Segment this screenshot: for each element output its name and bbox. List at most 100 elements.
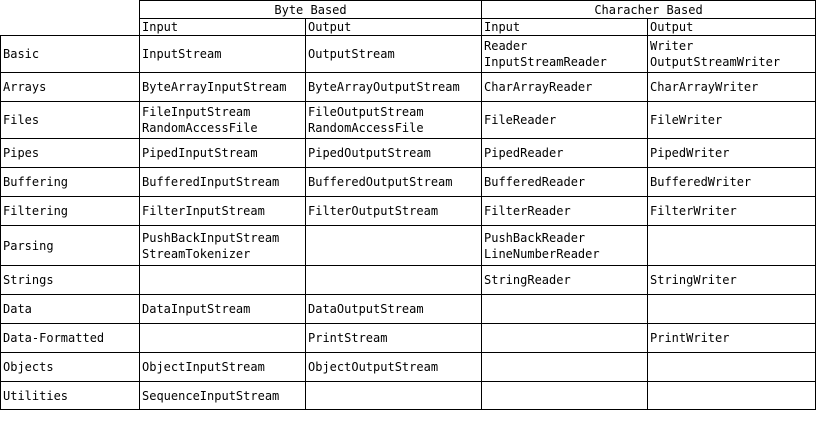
class-name: FilterReader: [484, 204, 571, 218]
class-name: PrintStream: [308, 331, 388, 345]
char-input-cell: PipedReader: [481, 138, 648, 168]
class-name: OutputStreamWriter: [650, 55, 781, 69]
class-name: DataInputStream: [142, 302, 251, 316]
row-label: Strings: [0, 265, 140, 295]
class-name: InputStreamReader: [484, 55, 607, 69]
char-input-cell: PushBackReader LineNumberReader: [481, 225, 648, 266]
byte-input-cell: SequenceInputStream: [139, 381, 306, 410]
table-row: Objects ObjectInputStream ObjectOutputStre…: [0, 352, 816, 382]
char-output-cell: [647, 381, 816, 410]
char-input-cell: [481, 381, 648, 410]
class-name: CharArrayReader: [484, 80, 593, 94]
table-row: Arrays ByteArrayInputStream ByteArrayOutpu…: [0, 72, 816, 102]
class-name: PipedWriter: [650, 146, 730, 160]
class-name: PushBackReader: [484, 230, 586, 245]
class-name: FilterOutputStream: [308, 204, 439, 218]
byte-output-cell: PrintStream: [305, 323, 482, 353]
char-input-cell: [481, 323, 648, 353]
table-row: Parsing PushBackInputStream StreamTokenize…: [0, 225, 816, 266]
table-body: Byte Based Characher Based Input Output …: [0, 0, 816, 410]
byte-input-cell: FileInputStream RandomAccessFile: [139, 101, 306, 139]
character-based-header: Characher Based: [481, 0, 816, 19]
byte-output-cell: [305, 265, 482, 295]
class-name: ObjectOutputStream: [308, 360, 439, 374]
table-row: Strings StringReader StringWriter: [0, 265, 816, 295]
byte-input-cell: ByteArrayInputStream: [139, 72, 306, 102]
class-name: FileInputStream: [142, 105, 251, 119]
char-input-cell: [481, 294, 648, 324]
byte-output-cell: OutputStream: [305, 35, 482, 73]
class-name: BufferedOutputStream: [308, 175, 453, 189]
table-row: Data-Formatted PrintStream PrintWriter: [0, 323, 816, 353]
header-corner-cell: [0, 0, 140, 36]
char-output-cell: FilterWriter: [647, 196, 816, 226]
table-row: Utilities SequenceInputStream: [0, 381, 816, 410]
row-label: Basic: [0, 35, 140, 73]
row-label: Filtering: [0, 196, 140, 226]
char-output-cell: StringWriter: [647, 265, 816, 295]
class-name: Writer: [650, 39, 694, 53]
char-input-cell: CharArrayReader: [481, 72, 648, 102]
table-row: Filtering FilterInputStream FilterOutputSt…: [0, 196, 816, 226]
byte-output-cell: FilterOutputStream: [305, 196, 482, 226]
class-name: CharArrayWriter: [650, 80, 759, 94]
class-name: SequenceInputStream: [142, 388, 280, 403]
table-row: Basic InputStream OutputStream Reader InputS…: [0, 35, 816, 73]
byte-input-cell: [139, 323, 306, 353]
row-label: Utilities: [0, 381, 140, 410]
class-name: BufferedWriter: [650, 175, 752, 189]
class-name: FilterWriter: [650, 204, 737, 218]
char-input-cell: StringReader: [481, 265, 648, 295]
table-row: Data DataInputStream DataOutputStream: [0, 294, 816, 324]
row-label: Parsing: [0, 225, 140, 266]
header-group-row: Byte Based Characher Based: [0, 0, 816, 36]
row-label: Pipes: [0, 138, 140, 168]
char-output-cell: CharArrayWriter: [647, 72, 816, 102]
class-name: ObjectInputStream: [142, 360, 265, 374]
table-row: Buffering BufferedInputStream BufferedOutp…: [0, 167, 816, 197]
class-name: DataOutputStream: [308, 302, 424, 316]
char-output-cell: [647, 294, 816, 324]
class-name: StringReader: [484, 273, 571, 287]
row-label: Data: [0, 294, 140, 324]
table-row: Files FileInputStream RandomAccessFile File…: [0, 101, 816, 139]
char-input-cell: BufferedReader: [481, 167, 648, 197]
class-name: StreamTokenizer: [142, 246, 251, 261]
byte-output-cell: ByteArrayOutputStream: [305, 72, 482, 102]
byte-output-cell: PipedOutputStream: [305, 138, 482, 168]
class-name: PipedOutputStream: [308, 146, 431, 160]
class-name: FileOutputStream: [308, 105, 424, 119]
class-name: RandomAccessFile: [142, 121, 258, 135]
byte-input-cell: [139, 265, 306, 295]
class-name: InputStream: [142, 47, 222, 61]
class-name: RandomAccessFile: [308, 121, 424, 135]
class-name: OutputStream: [308, 47, 395, 61]
class-name: ByteArrayOutputStream: [308, 80, 460, 94]
class-name: StringWriter: [650, 273, 737, 287]
byte-output-cell: [305, 225, 482, 266]
class-name: PrintWriter: [650, 331, 730, 345]
byte-based-header: Byte Based: [139, 0, 482, 19]
byte-input-cell: PipedInputStream: [139, 138, 306, 168]
byte-input-cell: InputStream: [139, 35, 306, 73]
byte-output-cell: BufferedOutputStream: [305, 167, 482, 197]
class-name: PushBackInputStream: [142, 230, 280, 245]
char-output-header: Output: [647, 18, 816, 36]
class-name: PipedInputStream: [142, 146, 258, 160]
class-name: FilterInputStream: [142, 204, 265, 218]
char-input-cell: Reader InputStreamReader: [481, 35, 648, 73]
char-output-cell: PipedWriter: [647, 138, 816, 168]
byte-output-cell: FileOutputStream RandomAccessFile: [305, 101, 482, 139]
byte-input-cell: ObjectInputStream: [139, 352, 306, 382]
class-name: PipedReader: [484, 146, 564, 160]
char-output-cell: [647, 352, 816, 382]
row-label: Files: [0, 101, 140, 139]
char-output-cell: FileWriter: [647, 101, 816, 139]
char-input-cell: FileReader: [481, 101, 648, 139]
row-label: Objects: [0, 352, 140, 382]
byte-output-cell: DataOutputStream: [305, 294, 482, 324]
io-class-table: Byte Based Characher Based Input Output …: [0, 0, 816, 410]
class-name: BufferedInputStream: [142, 175, 280, 189]
char-output-cell: BufferedWriter: [647, 167, 816, 197]
byte-input-cell: DataInputStream: [139, 294, 306, 324]
